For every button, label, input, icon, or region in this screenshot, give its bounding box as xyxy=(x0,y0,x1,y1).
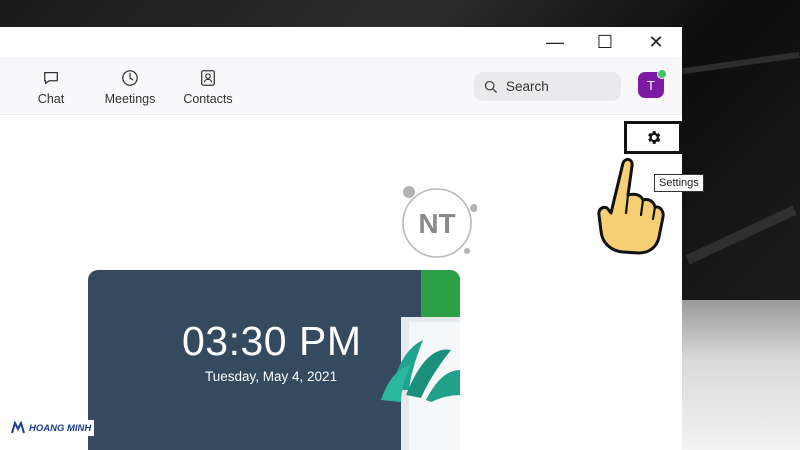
clock-icon xyxy=(122,70,138,86)
chat-icon xyxy=(44,71,58,85)
gear-icon xyxy=(647,131,660,144)
clock-card: 03:30 PM Tuesday, May 4, 2021 xyxy=(88,270,460,450)
maximize-button[interactable]: ☐ xyxy=(590,31,620,53)
status-indicator xyxy=(657,69,667,79)
logo-text: NT xyxy=(418,208,455,239)
search-label: Search xyxy=(506,79,549,94)
nav-contacts-label: Contacts xyxy=(183,92,233,106)
close-button[interactable]: ✕ xyxy=(641,31,671,53)
nav-chat[interactable]: Chat xyxy=(30,69,72,106)
brand-watermark: HOANG MINH xyxy=(8,420,95,436)
pointing-hand-icon xyxy=(597,157,665,255)
app-window: — ☐ ✕ Chat Meetings Contacts Search T NT… xyxy=(0,27,682,450)
search-icon xyxy=(484,80,497,93)
minimize-button[interactable]: — xyxy=(540,31,570,53)
avatar-initial: T xyxy=(647,77,655,93)
top-toolbar: Chat Meetings Contacts Search T xyxy=(0,57,682,115)
background-light xyxy=(682,300,800,450)
nav-meetings[interactable]: Meetings xyxy=(100,69,160,106)
settings-button[interactable] xyxy=(624,121,682,154)
nav-contacts[interactable]: Contacts xyxy=(180,69,236,106)
plant-illustration xyxy=(381,270,460,450)
title-bar: — ☐ ✕ xyxy=(0,27,682,57)
nav-chat-label: Chat xyxy=(37,92,65,106)
brand-logo-icon xyxy=(11,421,25,434)
clock-time: 03:30 PM xyxy=(182,318,362,364)
search-input[interactable]: Search xyxy=(474,72,621,101)
contacts-icon xyxy=(201,70,215,86)
clock-date: Tuesday, May 4, 2021 xyxy=(205,369,338,384)
nt-logo: NT xyxy=(402,186,477,258)
avatar[interactable]: T xyxy=(638,69,667,98)
nav-meetings-label: Meetings xyxy=(104,92,156,106)
watermark-text: HOANG MINH xyxy=(29,422,92,434)
